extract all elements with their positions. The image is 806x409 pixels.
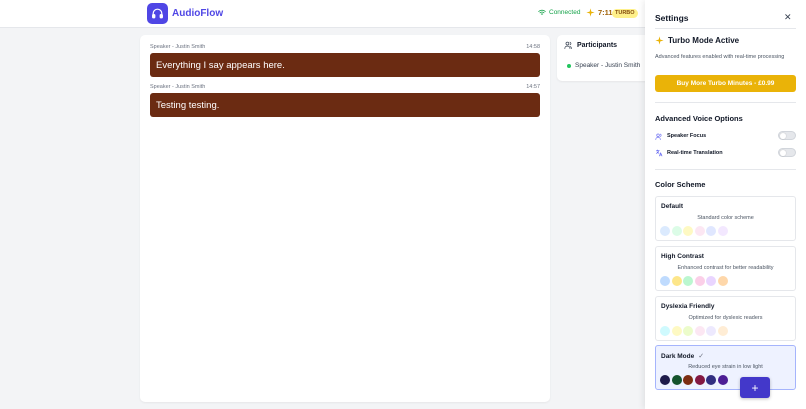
connection-status: Connected (538, 9, 580, 16)
scheme-description: Reduced eye strain in low light (688, 364, 763, 370)
users-icon (655, 133, 662, 140)
color-swatch (660, 375, 670, 385)
color-swatch (671, 375, 682, 385)
color-swatch (683, 375, 693, 385)
divider (655, 169, 796, 170)
sparkle-icon (586, 8, 595, 17)
message-bubble: Everything I say appears here. (150, 53, 540, 77)
participants-header: Participants (564, 41, 617, 49)
color-swatch (671, 326, 682, 336)
sparkle-icon (655, 36, 664, 45)
headphones-icon (147, 3, 168, 24)
scheme-description: Enhanced contrast for better readability (677, 265, 774, 271)
color-swatch (694, 375, 705, 385)
scheme-swatches (660, 375, 728, 385)
transcript-message: Speaker - Justin Smith 14:58 Everything … (150, 44, 540, 77)
color-swatch (660, 226, 670, 236)
participant-name: Speaker - Justin Smith (575, 62, 641, 69)
timer-value: 7:11 (598, 8, 613, 17)
scheme-name: High Contrast (661, 253, 704, 260)
color-scheme-dyslexia-friendly[interactable]: Dyslexia Friendly Optimized for dyslexic… (655, 296, 796, 341)
realtime-translation-option[interactable]: Real-time Translation (655, 148, 796, 158)
scheme-description: Optimized for dyslexic readers (688, 315, 763, 321)
message-time: 14:57 (526, 84, 540, 90)
transcript-message: Speaker - Justin Smith 14:57 Testing tes… (150, 84, 540, 117)
color-swatch (671, 226, 682, 236)
connection-label: Connected (549, 9, 581, 16)
participants-panel: Participants Speaker - Justin Smith (557, 35, 657, 81)
color-swatch (717, 326, 728, 336)
speaker-focus-toggle[interactable] (778, 131, 796, 140)
color-swatch (717, 276, 728, 286)
divider (655, 28, 796, 29)
turbo-mode-description: Advanced features enabled with real-time… (655, 54, 785, 60)
color-scheme-dark-mode[interactable]: Dark Mode ✓ Reduced eye strain in low li… (655, 345, 796, 390)
color-scheme-title: Color Scheme (655, 180, 706, 189)
color-swatch (694, 276, 705, 286)
turbo-mode-title: Turbo Mode Active (668, 36, 740, 45)
online-status-dot (567, 63, 571, 68)
realtime-translation-toggle[interactable] (778, 148, 796, 157)
message-bubble: Testing testing. (150, 93, 540, 117)
scheme-name: Default (661, 203, 684, 210)
color-swatch (660, 276, 670, 286)
realtime-translation-label: Real-time Translation (667, 150, 723, 156)
participant-item[interactable]: Speaker - Justin Smith (567, 62, 640, 69)
scheme-description: Standard color scheme (697, 215, 754, 221)
scheme-swatches (660, 276, 728, 286)
buy-turbo-minutes-button[interactable]: Buy More Turbo Minutes - £0.99 (655, 75, 796, 92)
voice-options-title: Advanced Voice Options (655, 114, 743, 123)
message-speaker: Speaker - Justin Smith (150, 44, 206, 50)
scheme-name: Dark Mode (661, 352, 695, 360)
users-icon (564, 41, 572, 49)
participants-title: Participants (577, 41, 618, 49)
color-swatch (683, 276, 693, 286)
color-swatch (717, 375, 728, 385)
wifi-icon (538, 9, 546, 15)
color-swatch (706, 276, 716, 286)
color-swatch (706, 226, 716, 236)
turbo-badge: TURBO (612, 8, 638, 18)
color-swatch (694, 226, 705, 236)
turbo-mode-heading: Turbo Mode Active (655, 36, 739, 45)
scheme-name: Dyslexia Friendly (661, 303, 715, 310)
color-swatch (717, 226, 728, 236)
close-icon[interactable]: ✕ (784, 12, 792, 23)
message-time: 14:58 (526, 44, 540, 50)
color-swatch (694, 326, 705, 336)
check-icon: ✓ (698, 353, 705, 360)
speaker-focus-label: Speaker Focus (667, 133, 707, 139)
turbo-timer: 7:11 (586, 8, 613, 17)
settings-title: Settings (655, 13, 689, 23)
translate-icon (656, 149, 663, 157)
color-scheme-default[interactable]: Default Standard color scheme (655, 196, 796, 241)
scheme-swatches (660, 326, 728, 336)
divider (655, 102, 796, 103)
color-swatch (706, 326, 716, 336)
color-swatch (660, 326, 670, 336)
settings-panel: Settings ✕ Turbo Mode Active Advanced fe… (645, 0, 806, 409)
speaker-focus-option[interactable]: Speaker Focus (655, 131, 796, 141)
color-scheme-high-contrast[interactable]: High Contrast Enhanced contrast for bett… (655, 246, 796, 291)
color-swatch (683, 226, 693, 236)
add-button[interactable]: + (740, 377, 770, 398)
app-name: AudioFlow (172, 8, 224, 19)
color-swatch (683, 326, 693, 336)
transcript-panel: Speaker - Justin Smith 14:58 Everything … (140, 35, 550, 402)
message-speaker: Speaker - Justin Smith (150, 84, 206, 90)
scheme-swatches (660, 226, 728, 236)
color-swatch (671, 276, 682, 286)
color-swatch (706, 375, 716, 385)
